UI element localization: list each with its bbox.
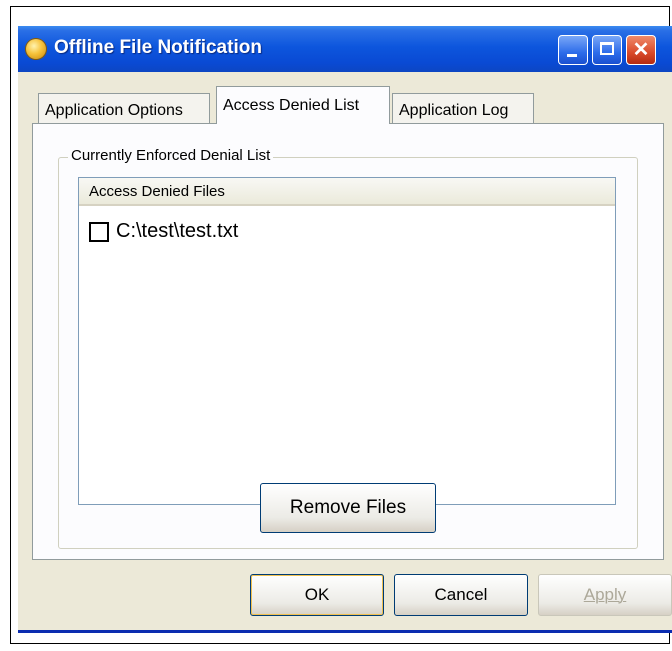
maximize-button[interactable] [592, 35, 622, 65]
title-bar[interactable]: Offline File Notification ✕ [18, 26, 672, 72]
column-header-access-denied-files[interactable]: Access Denied Files [79, 178, 615, 206]
tab-application-log[interactable]: Application Log [392, 93, 534, 123]
window-title: Offline File Notification [54, 37, 262, 58]
apply-label: Apply [583, 585, 627, 604]
apply-button[interactable]: Apply [538, 574, 672, 616]
access-denied-files-list[interactable]: Access Denied Files C:\test\test.txt [78, 177, 616, 505]
remove-files-button[interactable]: Remove Files [260, 483, 436, 533]
tab-strip: Application Options Access Denied List A… [18, 86, 672, 126]
minimize-button[interactable] [558, 35, 588, 65]
minimize-icon [567, 54, 577, 57]
ok-button[interactable]: OK [250, 574, 384, 616]
cancel-button[interactable]: Cancel [394, 574, 528, 616]
file-path: C:\test\test.txt [116, 220, 239, 242]
app-orb-icon [26, 39, 46, 59]
close-button[interactable]: ✕ [626, 35, 656, 65]
dialog-window: Offline File Notification ✕ Application … [18, 26, 672, 633]
tab-application-options[interactable]: Application Options [38, 93, 210, 123]
tab-access-denied-list[interactable]: Access Denied List [216, 86, 390, 124]
groupbox-label: Currently Enforced Denial List [68, 147, 274, 164]
close-icon: ✕ [632, 39, 650, 61]
maximize-icon [600, 42, 614, 55]
file-checkbox[interactable] [89, 222, 109, 242]
